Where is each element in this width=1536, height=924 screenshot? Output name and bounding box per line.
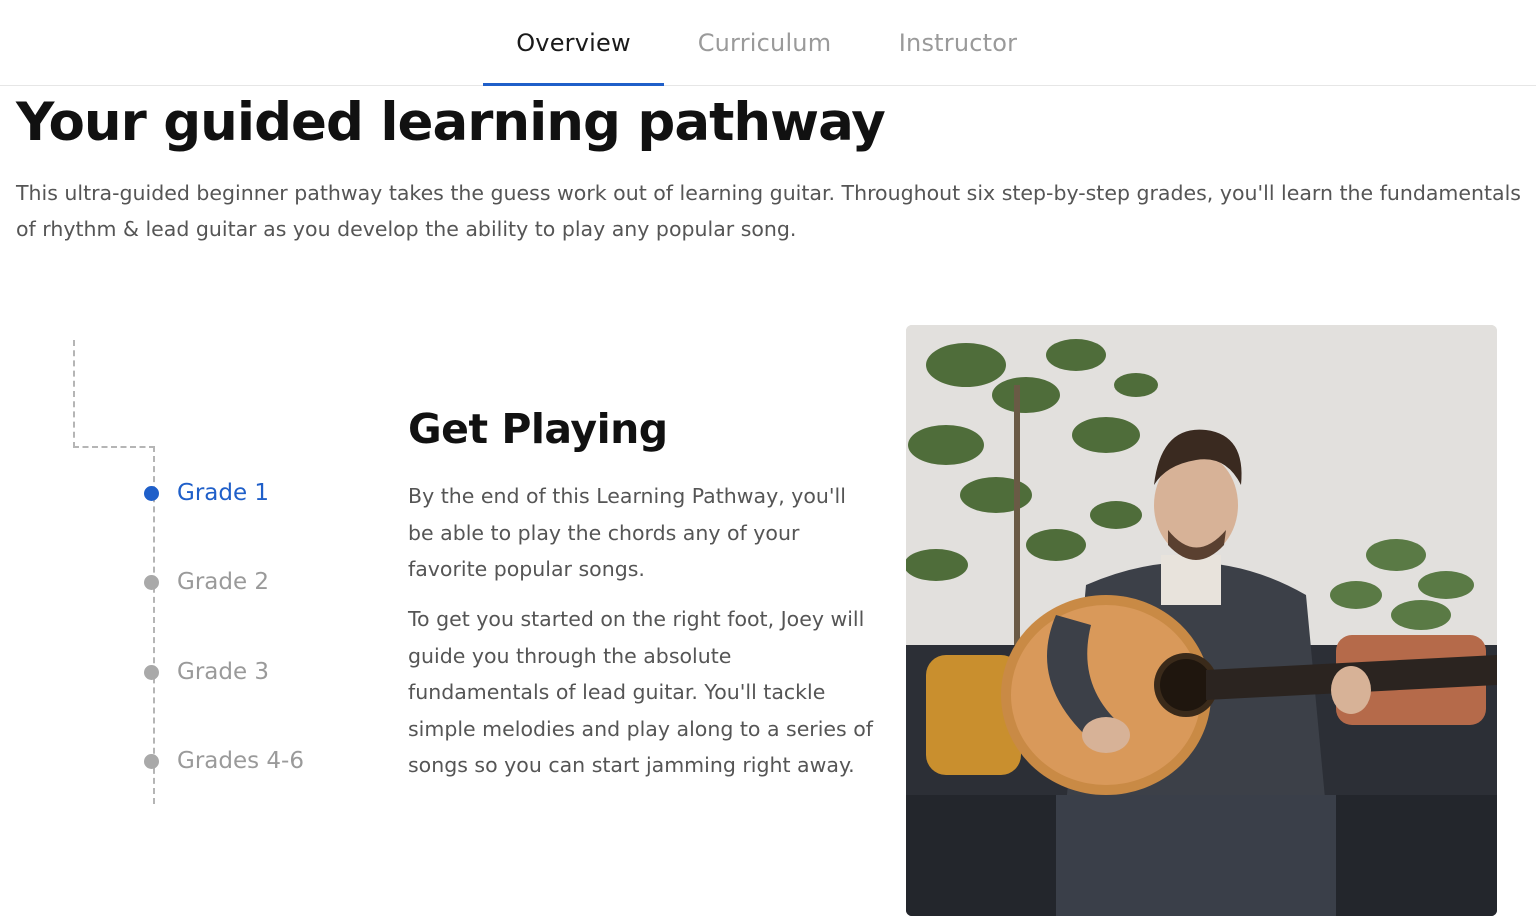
page-title: Your guided learning pathway — [16, 92, 886, 153]
section-paragraph-1: By the end of this Learning Pathway, you… — [408, 484, 846, 581]
section-title: Get Playing — [408, 405, 668, 453]
tab-bar: Overview Curriculum Instructor — [0, 0, 1536, 86]
grade-item-1[interactable]: Grade 1 — [144, 478, 269, 508]
grade-label: Grade 1 — [177, 480, 270, 506]
intro-text: This ultra-guided beginner pathway takes… — [16, 181, 1521, 241]
timeline-dot-icon — [144, 664, 159, 680]
tab-curriculum[interactable]: Curriculum — [682, 0, 847, 86]
grade-label: Grades 4-6 — [177, 748, 304, 774]
grade-label: Grade 2 — [177, 569, 270, 595]
timeline-dot-icon — [144, 574, 159, 590]
section-paragraph-2: To get you started on the right foot, Jo… — [408, 607, 874, 777]
grade-item-2[interactable]: Grade 2 — [144, 567, 269, 597]
grade-item-4-6[interactable]: Grades 4-6 — [144, 746, 304, 776]
grade-item-3[interactable]: Grade 3 — [144, 657, 269, 687]
tab-instructor[interactable]: Instructor — [884, 0, 1032, 86]
timeline-dot-icon — [144, 753, 159, 769]
grade-label: Grade 3 — [177, 659, 270, 685]
timeline-dot-icon — [144, 485, 159, 501]
instructor-photo — [906, 325, 1497, 916]
timeline-connector — [73, 446, 155, 448]
timeline-connector — [73, 340, 75, 448]
tab-overview[interactable]: Overview — [483, 0, 664, 86]
active-tab-indicator — [483, 83, 664, 86]
